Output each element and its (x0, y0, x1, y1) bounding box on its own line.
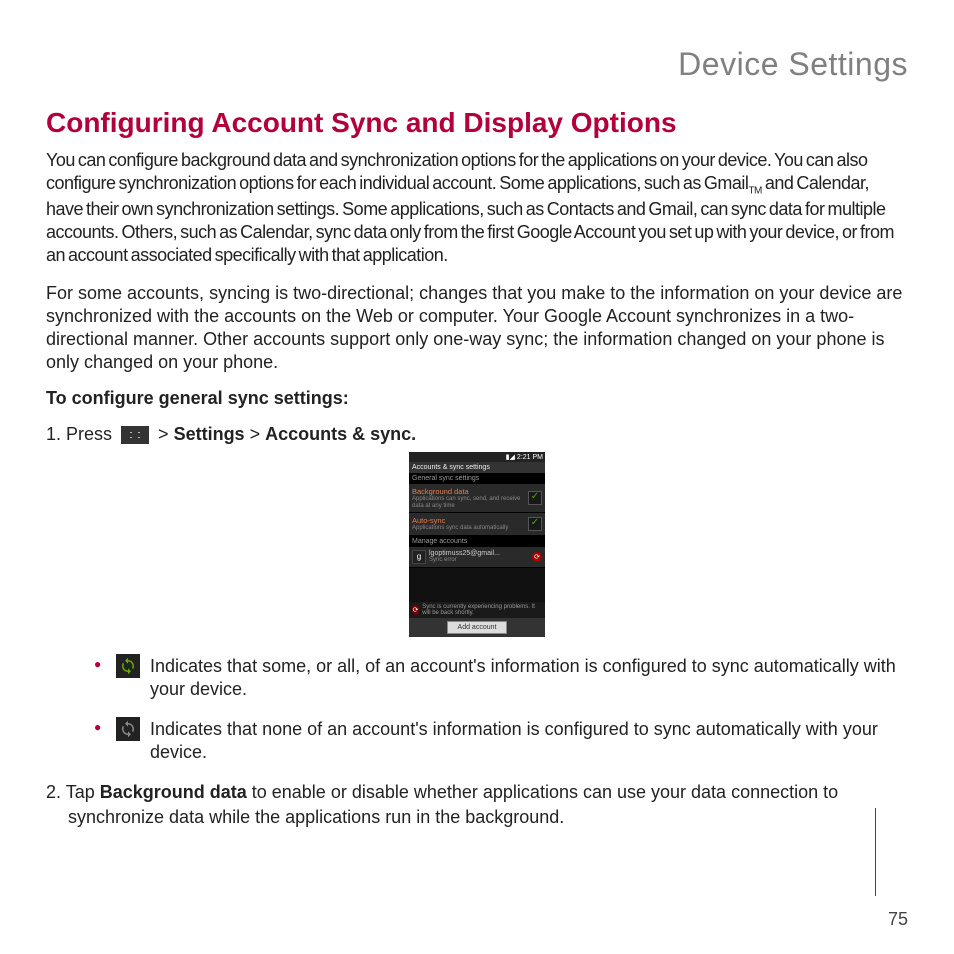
page-number: 75 (888, 901, 908, 930)
step1-accounts: Accounts & sync. (265, 424, 416, 444)
phone-warning: ⟳ Sync is currently experiencing problem… (409, 602, 545, 618)
paragraph-intro: You can configure background data and sy… (46, 149, 908, 268)
subheading: To configure general sync settings: (46, 388, 908, 409)
trademark: TM (748, 186, 761, 197)
sync-error-icon: ⟳ (532, 552, 542, 562)
sync-on-icon (116, 654, 140, 678)
phone-acct-sub: Sync error (429, 557, 532, 564)
chapter-heading: Device Settings (46, 46, 908, 83)
bullet-sync-off: Indicates that none of an account's info… (94, 718, 908, 765)
phone-group-manage: Manage accounts (409, 536, 545, 547)
signal-icon: ▮◢ (506, 453, 515, 461)
step1-b: > (158, 424, 174, 444)
checkbox-icon: ✓ (528, 491, 542, 505)
section-title: Configuring Account Sync and Display Opt… (46, 107, 908, 139)
step1-c: > (250, 424, 266, 444)
phone-row1-sub: Applications can sync, send, and receive… (412, 496, 528, 509)
phone-status-bar: ▮◢ 2:21 PM (409, 452, 545, 462)
bullet-sync-on: Indicates that some, or all, of an accou… (94, 655, 908, 702)
step1-a: 1. Press (46, 424, 117, 444)
phone-group-general: General sync settings (409, 473, 545, 484)
step1-settings: Settings (174, 424, 245, 444)
phone-account-row: g lgoptimuss25@gmail... Sync error ⟳ (409, 547, 545, 568)
phone-screenshot: ▮◢ 2:21 PM Accounts & sync settings Gene… (46, 452, 908, 637)
phone-add-account-button: Add account (447, 621, 508, 634)
menu-icon (121, 426, 149, 444)
phone-warn-text: Sync is currently experiencing problems.… (422, 604, 542, 616)
sync-off-icon (116, 717, 140, 741)
phone-row1-title: Background data (412, 487, 528, 496)
step-1: 1. Press > Settings > Accounts & sync. (46, 423, 908, 446)
checkbox-icon: ✓ (528, 517, 542, 531)
phone-row2-title: Auto-sync (412, 516, 528, 525)
warning-icon: ⟳ (412, 605, 419, 615)
bullet2-text: Indicates that none of an account's info… (150, 719, 878, 762)
google-icon: g (412, 550, 426, 564)
step-2: 2. Tap Background data to enable or disa… (46, 780, 908, 829)
step2-label: Background data (100, 782, 247, 802)
phone-row-background-data: Background data Applications can sync, s… (409, 484, 545, 513)
step2-a: 2. Tap (46, 782, 100, 802)
footer-rule (875, 808, 908, 896)
phone-time: 2:21 PM (517, 454, 543, 461)
phone-acct-email: lgoptimuss25@gmail... (429, 550, 532, 557)
phone-row2-sub: Applications sync data automatically (412, 525, 528, 532)
phone-title: Accounts & sync settings (409, 462, 545, 473)
phone-row-auto-sync: Auto-sync Applications sync data automat… (409, 513, 545, 536)
para1-a: You can configure background data and sy… (46, 150, 867, 193)
bullet1-text: Indicates that some, or all, of an accou… (150, 656, 896, 699)
paragraph-sync-direction: For some accounts, syncing is two-direct… (46, 282, 908, 374)
